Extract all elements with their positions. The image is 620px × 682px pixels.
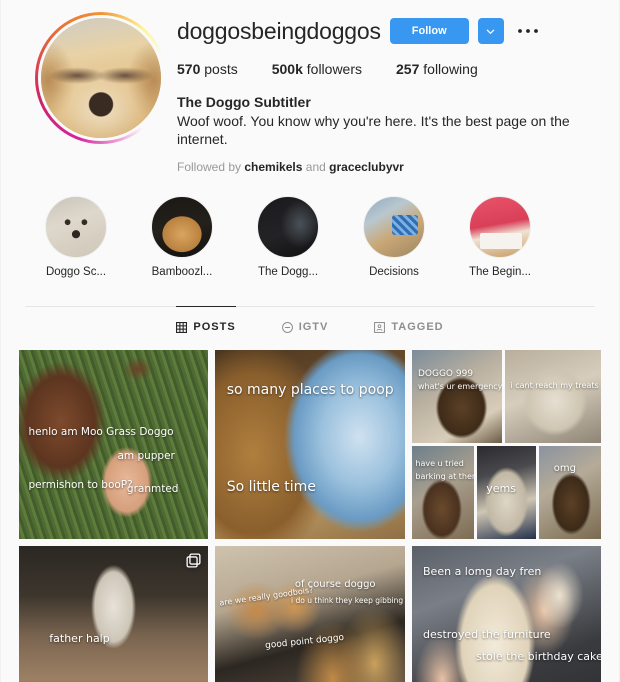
story-highlights: Doggo Sc... Bamboozl... The Dogg... Deci… — [1, 174, 619, 278]
post-caption-0-1: am pupper — [117, 450, 175, 463]
followed-by-prefix: Followed by — [177, 160, 242, 174]
post-cell-4[interactable]: are we really goodbois? of course doggo … — [215, 546, 405, 682]
collage-panel-2: have u tried barking at them — [411, 446, 474, 540]
tab-igtv[interactable]: IGTV — [281, 306, 329, 344]
tab-posts[interactable]: POSTS — [176, 306, 236, 344]
post-cell-1[interactable]: so many places to poop So little time — [215, 350, 405, 540]
story-ring[interactable] — [35, 12, 167, 144]
post-caption-2-5: yems — [486, 481, 516, 495]
follow-dropdown-button[interactable] — [477, 18, 504, 44]
stat-followers[interactable]: 500k followers — [272, 61, 362, 77]
avatar-image — [41, 18, 161, 138]
post-caption-2-4: barking at them — [415, 472, 474, 482]
post-caption-0-2: permishon to booP? — [28, 478, 133, 491]
stat-posts: 570 posts — [177, 61, 238, 77]
followed-by-user-1[interactable]: chemikels — [244, 160, 302, 174]
post-caption-3-0: father halp — [49, 631, 110, 645]
post-caption-2-3: have u tried — [415, 459, 464, 469]
highlight-label-2: The Dogg... — [257, 266, 319, 278]
post-caption-2-6: omg — [553, 462, 576, 474]
post-caption-1-0: so many places to poop — [226, 382, 394, 399]
post-caption-5-1: destroyed the furniture — [423, 627, 551, 641]
tab-igtv-label: IGTV — [298, 321, 329, 333]
highlight-item-3[interactable]: Decisions — [355, 196, 433, 278]
avatar[interactable] — [38, 15, 164, 141]
stats-row: 570 posts 500k followers 257 following — [177, 61, 595, 77]
profile-info: doggosbeingdoggos Follow 570 posts 500k … — [177, 8, 595, 174]
post-image-1 — [215, 350, 405, 540]
followed-by: Followed by chemikels and graceclubyvr — [177, 160, 595, 174]
stat-following-count: 257 — [396, 61, 420, 77]
posts-grid: henlo am Moo Grass Doggo am pupper permi… — [1, 344, 619, 682]
username-row: doggosbeingdoggos Follow — [177, 18, 595, 44]
post-image-0 — [19, 350, 209, 540]
tab-tagged[interactable]: TAGGED — [374, 306, 443, 344]
collage-row-2: have u tried barking at them yems omg — [411, 446, 601, 540]
collage-panel-3: yems — [476, 446, 536, 540]
highlight-item-1[interactable]: Bamboozl... — [143, 196, 221, 278]
post-caption-2-0: DOGGO 999 — [417, 368, 474, 379]
post-collage-2: DOGGO 999 what's ur emergency? i cant re… — [411, 350, 601, 540]
chevron-down-icon — [486, 29, 495, 34]
follow-button[interactable]: Follow — [389, 18, 469, 44]
stat-following[interactable]: 257 following — [396, 61, 478, 77]
collage-panel-0: DOGGO 999 what's ur emergency? — [411, 350, 502, 444]
post-cell-2[interactable]: DOGGO 999 what's ur emergency? i cant re… — [411, 350, 601, 540]
profile-bio: Woof woof. You know why you're here. It'… — [177, 113, 570, 147]
stat-followers-label: followers — [306, 61, 363, 77]
ellipsis-icon — [517, 29, 538, 33]
highlight-item-0[interactable]: Doggo Sc... — [37, 196, 115, 278]
carousel-icon — [186, 553, 201, 568]
post-caption-5-0: Been a lomg day fren — [423, 565, 542, 579]
followed-by-user-2[interactable]: graceclubyvr — [329, 160, 404, 174]
post-caption-4-1: of course doggo — [294, 578, 376, 590]
post-caption-0-3: granmted — [126, 482, 179, 495]
highlight-cover-0 — [45, 196, 107, 258]
collage-panel-1: i cant reach my treats — [504, 350, 601, 444]
post-image-4 — [215, 546, 405, 682]
stat-following-label: following — [423, 61, 478, 77]
tab-tagged-label: TAGGED — [391, 321, 444, 333]
igtv-icon — [281, 321, 293, 333]
highlight-label-0: Doggo Sc... — [45, 266, 107, 278]
post-caption-1-1: So little time — [226, 478, 316, 495]
highlight-label-3: Decisions — [369, 266, 419, 278]
highlight-cover-4 — [469, 196, 531, 258]
highlight-label-1: Bamboozl... — [151, 266, 213, 278]
highlight-item-2[interactable]: The Dogg... — [249, 196, 327, 278]
highlight-label-4: The Begin... — [468, 266, 531, 278]
collage-panel-4: omg — [538, 446, 601, 540]
tab-posts-label: POSTS — [193, 321, 236, 333]
post-caption-0-0: henlo am Moo Grass Doggo — [28, 425, 174, 438]
profile-tabs: POSTS IGTV TAGGED — [1, 306, 619, 344]
post-image-3 — [19, 546, 209, 682]
tag-person-icon — [374, 321, 386, 333]
avatar-container — [25, 8, 177, 174]
post-cell-0[interactable]: henlo am Moo Grass Doggo am pupper permi… — [19, 350, 209, 540]
stat-posts-label: posts — [204, 61, 238, 77]
highlight-cover-1 — [151, 196, 213, 258]
highlight-cover-3 — [363, 196, 425, 258]
stat-posts-count: 570 — [177, 61, 201, 77]
stat-followers-count: 500k — [271, 61, 303, 77]
more-options-button[interactable] — [513, 28, 541, 34]
post-caption-4-2: i do u think they keep gibbing us treato… — [291, 595, 405, 605]
followed-by-conjunction: and — [305, 160, 326, 174]
post-cell-5[interactable]: Been a lomg day fren destroyed the furni… — [411, 546, 601, 682]
page-title: doggosbeingdoggos — [177, 17, 381, 44]
post-cell-3[interactable]: father halp — [19, 546, 209, 682]
instagram-profile-page: doggosbeingdoggos Follow 570 posts 500k … — [0, 0, 620, 682]
grid-icon — [176, 321, 188, 333]
highlight-cover-2 — [257, 196, 319, 258]
highlight-item-4[interactable]: The Begin... — [461, 196, 539, 278]
profile-header: doggosbeingdoggos Follow 570 posts 500k … — [1, 0, 619, 174]
profile-full-name: The Doggo Subtitler — [177, 94, 311, 110]
post-caption-2-1: what's ur emergency? — [417, 381, 502, 391]
post-caption-2-2: i cant reach my treats — [510, 380, 599, 390]
post-caption-5-2: stole the birthday cake — [476, 650, 601, 664]
